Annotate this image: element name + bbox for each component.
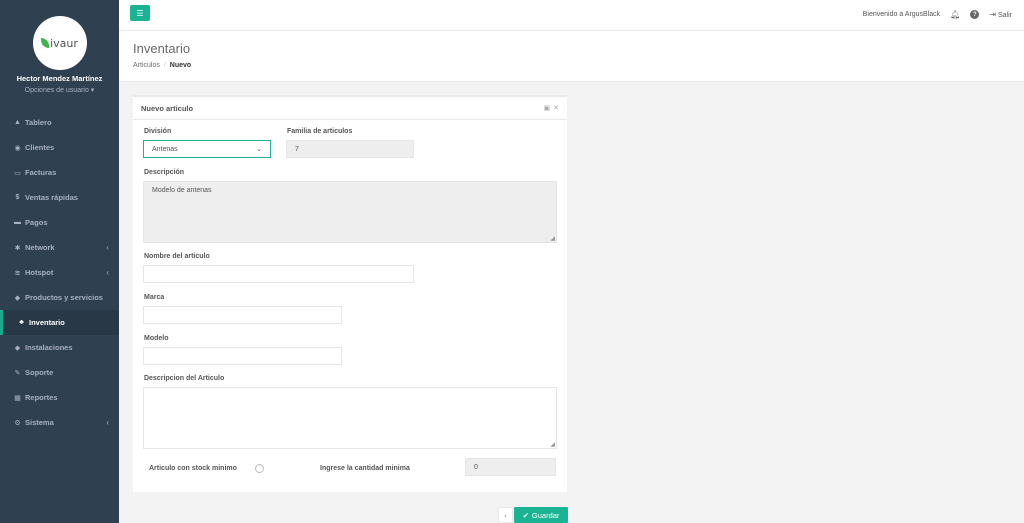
chevron-left-icon: ‹ [106,418,109,427]
network-icon: ✱ [14,244,21,252]
sidebar-item-productos[interactable]: ◆ Productos y servicios [0,285,119,310]
tag-icon: ◆ [14,344,21,352]
sidebar-nav: ▲ Tablero ◉ Clientes ▭ Facturas $ Ventas ráp… [0,110,119,435]
gears-icon: ⚙ [14,419,21,427]
wrench-icon: ✎ [14,369,21,377]
sidebar-item-sistema[interactable]: ⚙ Sistema ‹ [0,410,119,435]
sidebar-item-label: Instalaciones [25,343,73,352]
marca-label: Marca [144,294,165,301]
sidebar-item-soporte[interactable]: ✎ Soporte [0,360,119,385]
chevron-left-icon: ‹ [106,243,109,252]
sidebar-item-inventario[interactable]: ♣ Inventario [0,310,119,335]
cantidad-minima-input[interactable]: 0 [465,458,556,476]
breadcrumb: Articulos / Nuevo [133,62,191,69]
leaf-logo-icon [41,37,50,48]
breadcrumb-separator: / [163,62,166,69]
sidebar: ivaur Hector Mendez Martínez Opciones de… [0,0,119,523]
sidebar-item-label: Inventario [29,318,65,327]
marca-input[interactable] [143,306,342,324]
sidebar-item-ventas-rapidas[interactable]: $ Ventas rápidas [0,185,119,210]
stock-minimo-radio[interactable] [255,464,264,473]
top-navbar: ☰ Bienvenido a ArgusBlack 🔔︎ ? ⇥ Salir [119,0,1024,31]
sidebar-item-label: Reportes [25,393,58,402]
stock-minimo-label: Articulo con stock minimo [149,465,237,472]
descripcion-articulo-textarea[interactable]: ◢ [143,387,557,449]
tag-icon: ◆ [14,294,21,302]
sidebar-item-label: Soporte [25,368,54,377]
sign-out-icon: ⇥ [989,10,997,19]
sidebar-item-tablero[interactable]: ▲ Tablero [0,110,119,135]
sidebar-item-label: Tablero [25,118,52,127]
sidebar-item-label: Network [25,243,55,252]
profile: ivaur Hector Mendez Martínez Opciones de… [0,0,119,104]
logo-text: ivaur [50,36,78,50]
sidebar-item-label: Clientes [25,143,55,152]
chevron-left-icon: ‹ [106,268,109,277]
panel-header: Nuevo articulo ▣ ✕ [133,97,567,120]
help-icon[interactable]: ? [970,10,980,19]
division-selected-value: Antenas [152,145,178,153]
menu-toggle-button[interactable]: ☰ [130,5,150,21]
save-icon[interactable]: ▣ [544,104,551,112]
panel-title: Nuevo articulo [141,103,194,113]
close-icon[interactable]: ✕ [553,104,559,112]
cubes-icon: ♣ [19,319,24,326]
welcome-text: Bienvenido a ArgusBlack [862,11,941,18]
book-icon: ▦ [14,394,21,402]
logo: ivaur [32,16,87,70]
sidebar-item-network[interactable]: ✱ Network ‹ [0,235,119,260]
sidebar-item-instalaciones[interactable]: ◆ Instalaciones [0,335,119,360]
division-label: División [144,128,172,135]
dashboard-icon: ▲ [14,119,21,126]
sidebar-item-hotspot[interactable]: ≋ Hotspot ‹ [0,260,119,285]
familia-label: Familia de articulos [287,128,353,135]
sidebar-item-label: Sistema [25,418,54,427]
familia-field: 7 [286,140,414,158]
descripcion-value: Modelo de antenas [152,187,212,194]
top-right-links: Bienvenido a ArgusBlack 🔔︎ ? ⇥ Salir [863,10,1012,19]
sidebar-item-label: Facturas [25,168,57,177]
breadcrumb-nuevo: Nuevo [169,62,192,69]
breadcrumb-articulos[interactable]: Articulos [133,62,160,69]
sidebar-item-clientes[interactable]: ◉ Clientes [0,135,119,160]
sidebar-item-label: Productos y servicios [25,293,103,302]
hamburger-icon: ☰ [136,8,144,18]
descripcion-label: Descripción [144,169,185,176]
chevron-left-icon: ‹ [504,510,507,520]
users-icon: ◉ [14,144,21,152]
logout-label: Salir [997,12,1012,19]
resize-handle-icon: ◢ [550,442,555,448]
descripcion-articulo-label: Descripcion del Articulo [144,375,225,382]
user-name: Hector Mendez Martínez [16,74,103,83]
sidebar-item-label: Hotspot [25,268,54,277]
division-select[interactable]: Antenas ⌄ [143,140,271,158]
user-options-dropdown[interactable]: Opciones de usuario ▾ [0,86,119,94]
descripcion-textarea: Modelo de antenas ◢ [143,181,557,243]
sidebar-item-label: Pagos [25,218,48,227]
resize-handle-icon: ◢ [550,236,555,242]
sidebar-item-facturas[interactable]: ▭ Facturas [0,160,119,185]
wifi-icon: ≋ [14,269,21,277]
sidebar-item-label: Ventas rápidas [25,193,78,202]
page-heading: Inventario Articulos / Nuevo [119,31,1024,82]
sidebar-item-pagos[interactable]: ▬ Pagos [0,210,119,235]
modelo-input[interactable] [143,347,342,365]
panel-tools: ▣ ✕ [544,104,560,112]
money-icon: ▬ [14,219,21,226]
check-icon: ✔ [522,510,529,520]
modelo-label: Modelo [144,335,169,342]
bell-icon[interactable]: 🔔︎ [950,10,960,19]
sidebar-item-reportes[interactable]: ▦ Reportes [0,385,119,410]
page-title: Inventario [133,41,191,56]
chevron-down-icon: ⌄ [256,146,262,153]
dollar-icon: $ [15,194,20,201]
back-button[interactable]: ‹ [498,507,513,523]
save-button-label: Guardar [531,510,560,520]
logout-link[interactable]: ⇥ Salir [989,10,1012,19]
cantidad-minima-label: Ingrese la cantidad minima [320,465,410,472]
nombre-input[interactable] [143,265,414,283]
save-button[interactable]: ✔ Guardar [514,507,568,523]
nombre-label: Nombre del articulo [144,253,210,260]
file-icon: ▭ [14,169,21,177]
